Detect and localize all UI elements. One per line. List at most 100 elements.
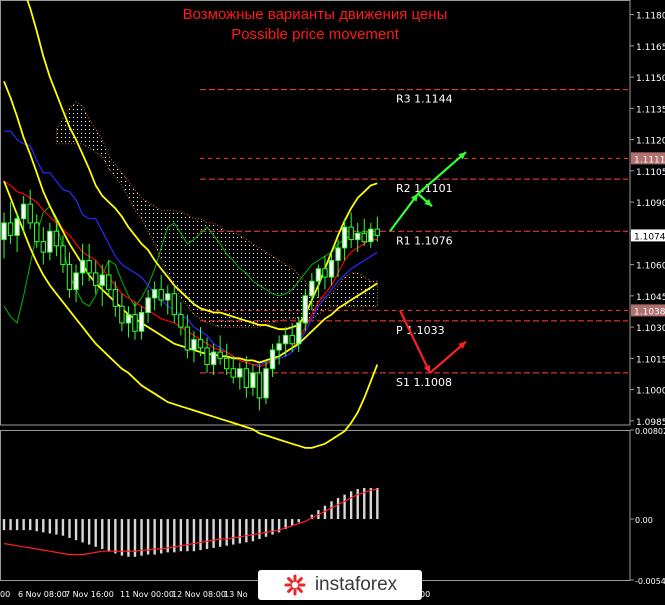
candle-body: [224, 357, 230, 370]
price-tick-label: 1.1000: [636, 387, 665, 397]
price-tag-label: 1.1038: [634, 307, 665, 317]
price-chart-canvas: R3 1.1144R2 1.1101R1 1.1076P 1.1033S1 1.…: [0, 0, 665, 599]
candle-body: [47, 230, 53, 253]
candle-body: [197, 339, 204, 349]
candle-body: [289, 334, 295, 345]
candle-body: [335, 247, 341, 261]
price-tick-label: 1.1015: [636, 355, 665, 365]
price-tick-label: 1.1120: [636, 137, 665, 147]
candle-body: [204, 347, 210, 366]
candle-body: [315, 268, 322, 282]
price-tick-label: 1.1030: [636, 324, 665, 334]
time-axis-label: 6 Nov 08:00: [18, 590, 67, 599]
candle-body: [132, 314, 138, 332]
candle-body: [269, 349, 276, 370]
chart-window: R3 1.1144 R2 1.1101 R1 1.1076 P 1.1033 S1 1.…: [0, 0, 665, 605]
time-axis-label: 7 Nov 16:00: [65, 590, 114, 599]
osc-tick-label: -0.00549: [635, 577, 665, 586]
candle-body: [263, 368, 269, 399]
candle-body: [191, 339, 197, 351]
pivot-level-label: P 1.1033: [396, 324, 445, 337]
candle-body: [34, 222, 40, 243]
candle-body: [178, 314, 184, 328]
price-tag-label: 1.1111: [634, 155, 665, 165]
candle-body: [328, 259, 335, 278]
candle-body: [53, 230, 60, 247]
candle-body: [119, 305, 125, 324]
candle-body: [27, 203, 33, 224]
instaforex-logo: instaforex: [258, 570, 422, 600]
price-tick-label: 1.1165: [636, 43, 665, 53]
candle-body: [374, 228, 381, 236]
candle-body: [79, 259, 86, 274]
candle-body: [250, 372, 256, 388]
oscillator-signal-line: [3, 488, 378, 556]
candle-body: [125, 314, 132, 324]
time-axis-label: 13 No: [224, 590, 248, 599]
price-tag-label: 1.1074: [634, 232, 665, 242]
candle-body: [165, 293, 171, 301]
candle-body: [355, 232, 361, 241]
candle-body: [302, 295, 309, 324]
candle-body: [296, 322, 302, 345]
price-tick-label: 1.0985: [636, 418, 665, 428]
candle-body: [66, 264, 73, 291]
oscillator-panel-frame: [0, 430, 631, 581]
candle-body: [7, 222, 14, 236]
price-tick-label: 1.1150: [636, 74, 665, 84]
time-axis-label: 00: [0, 590, 10, 599]
candle-body: [368, 228, 374, 243]
candle-body: [1, 222, 7, 241]
pivot-level-label: R1 1.1076: [396, 234, 453, 247]
candle-body: [282, 334, 289, 345]
price-axis: 1.1180 1.1165 1.1150 1.1135 1.1120 1.1105 1.10…: [630, 12, 665, 428]
candle-body: [151, 289, 158, 299]
price-tick-label: 1.1180: [636, 12, 665, 22]
candle-body: [40, 241, 46, 253]
price-tick-label: 1.1135: [636, 105, 665, 115]
chart-title-en: Possible price movement: [231, 26, 399, 43]
candle-body: [93, 272, 99, 286]
time-axis-label: 11 Nov 00:00: [120, 590, 174, 599]
candle-body: [217, 351, 223, 359]
candle-body: [276, 343, 282, 351]
price-tick-label: 1.1090: [636, 199, 665, 209]
candle-body: [112, 289, 119, 307]
candle-body: [243, 368, 250, 388]
instaforex-emblem-icon: [284, 574, 306, 596]
candle-body: [171, 293, 178, 316]
candle-body: [106, 274, 112, 291]
candle-body: [230, 368, 236, 378]
pivot-level-label: R3 1.1144: [396, 93, 453, 106]
candle-body: [60, 245, 66, 266]
candle-body: [322, 268, 328, 278]
price-tick-label: 1.1105: [636, 168, 665, 178]
osc-tick-label: 0.00802: [635, 427, 665, 436]
price-tick-label: 1.1045: [636, 293, 665, 303]
price-tick-label: 1.1060: [636, 262, 665, 272]
pivot-levels: R3 1.1144R2 1.1101R1 1.1076P 1.1033S1 1.…: [200, 89, 628, 389]
candle-body: [256, 372, 263, 399]
candle-body: [20, 203, 27, 220]
osc-tick-label: 0.00: [635, 516, 653, 525]
candle-body: [210, 351, 217, 366]
candle-body: [145, 297, 151, 313]
candle-body: [138, 312, 145, 332]
time-axis-label: 12 Nov 08:00: [172, 590, 226, 599]
price-panel-frame: [0, 0, 631, 426]
candle-body: [184, 326, 191, 351]
candle-body: [158, 289, 164, 301]
candle-body: [99, 274, 105, 286]
pivot-level-label: S1 1.1008: [396, 376, 452, 389]
chart-title-ru: Возможные варианты движения цены: [182, 6, 448, 23]
candle-body: [348, 226, 354, 241]
candle-body: [14, 218, 20, 236]
candle-body: [309, 280, 315, 297]
watermark-text: instaforex: [314, 574, 398, 595]
candle-body: [361, 232, 367, 243]
candle-body: [86, 259, 92, 274]
scenario-down-arrow: [399, 309, 431, 374]
candle-body: [237, 368, 243, 378]
candle-body: [341, 226, 348, 249]
candle-body: [73, 272, 79, 291]
